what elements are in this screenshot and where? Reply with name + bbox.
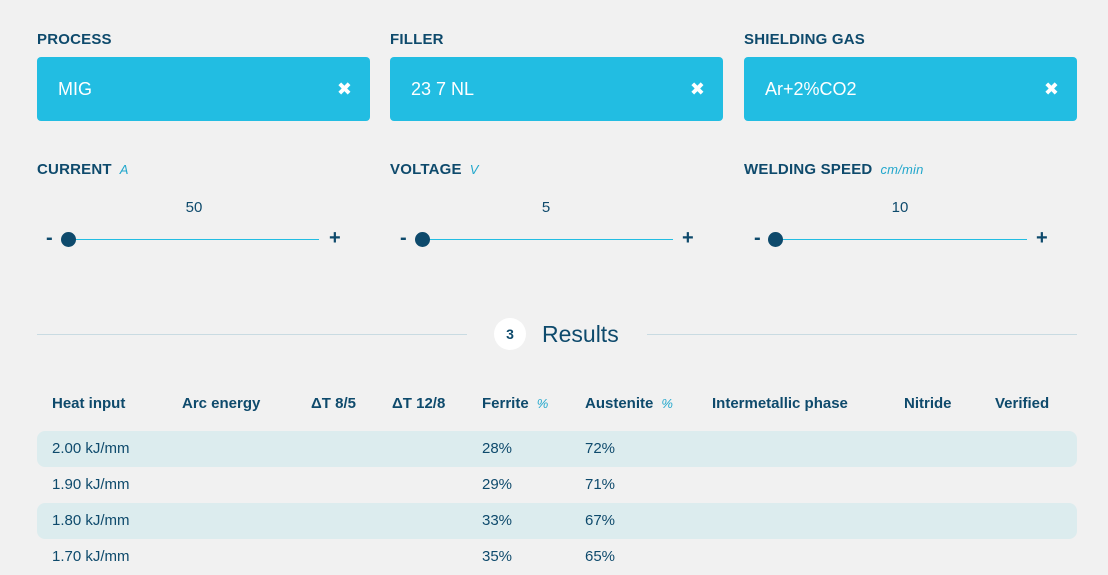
process-label: PROCESS (37, 31, 112, 48)
col-austenite-unit: % (661, 396, 673, 411)
cell-heat-input: 2.00 kJ/mm (52, 440, 130, 457)
col-dt-8-5: ΔT 8/5 (311, 395, 356, 412)
process-value: MIG (58, 78, 92, 99)
voltage-label: VOLTAGE V (390, 161, 479, 178)
welding-speed-slider-thumb[interactable] (768, 232, 783, 247)
current-slider-track[interactable] (63, 239, 319, 240)
welding-speed-label-text: WELDING SPEED (744, 161, 873, 178)
shielding-gas-label: SHIELDING GAS (744, 31, 865, 48)
col-heat-input: Heat input (52, 395, 126, 412)
voltage-increase-button[interactable]: + (682, 228, 694, 248)
current-label: CURRENT A (37, 161, 129, 178)
voltage-decrease-button[interactable]: - (400, 228, 407, 248)
filler-label: FILLER (390, 31, 444, 48)
table-row: 1.70 kJ/mm 35% 65% (37, 539, 1077, 575)
voltage-label-text: VOLTAGE (390, 161, 462, 178)
cell-ferrite: 28% (482, 440, 513, 457)
cell-ferrite: 29% (482, 476, 513, 493)
welding-speed-decrease-button[interactable]: - (754, 228, 761, 248)
welding-speed-unit: cm/min (880, 162, 924, 177)
step-number-badge: 3 (494, 318, 526, 350)
current-increase-button[interactable]: + (329, 228, 341, 248)
current-unit: A (119, 162, 129, 177)
col-ferrite-unit: % (536, 396, 549, 411)
table-row: 1.80 kJ/mm 33% 67% (37, 503, 1077, 539)
table-row: 1.90 kJ/mm 29% 71% (37, 467, 1077, 503)
col-austenite-text: Austenite (585, 395, 654, 412)
cell-ferrite: 35% (482, 548, 513, 565)
cell-austenite: 65% (585, 548, 616, 565)
current-slider-thumb[interactable] (61, 232, 76, 247)
col-ferrite-text: Ferrite (482, 395, 529, 412)
clear-filler-icon[interactable]: ✖ (690, 79, 705, 100)
col-intermetallic-phase: Intermetallic phase (712, 395, 848, 412)
current-value: 50 (185, 199, 203, 216)
process-select[interactable]: MIG ✖ (37, 57, 370, 121)
col-austenite: Austenite% (585, 395, 673, 412)
table-row: 2.00 kJ/mm 28% 72% (37, 431, 1077, 467)
cell-heat-input: 1.70 kJ/mm (52, 548, 130, 565)
cell-heat-input: 1.80 kJ/mm (52, 512, 130, 529)
welding-speed-increase-button[interactable]: + (1036, 228, 1048, 248)
cell-heat-input: 1.90 kJ/mm (52, 476, 130, 493)
voltage-unit: V (469, 162, 479, 177)
welding-speed-slider-track[interactable] (771, 239, 1027, 240)
welding-speed-label: WELDING SPEED cm/min (744, 161, 924, 178)
col-arc-energy: Arc energy (182, 395, 261, 412)
col-dt-12-8: ΔT 12/8 (392, 395, 446, 412)
col-ferrite: Ferrite% (482, 395, 548, 412)
results-divider-right (647, 334, 1077, 335)
clear-process-icon[interactable]: ✖ (337, 79, 352, 100)
results-divider-left (37, 334, 467, 335)
shielding-gas-value: Ar+2%CO2 (765, 78, 857, 99)
cell-austenite: 72% (585, 440, 616, 457)
cell-austenite: 67% (585, 512, 616, 529)
clear-shielding-gas-icon[interactable]: ✖ (1044, 79, 1059, 100)
filler-value: 23 7 NL (411, 78, 475, 99)
results-title: Results (542, 321, 619, 347)
cell-austenite: 71% (585, 476, 616, 493)
col-verified: Verified (995, 395, 1050, 412)
voltage-slider-thumb[interactable] (415, 232, 430, 247)
welding-speed-value: 10 (891, 199, 909, 216)
current-decrease-button[interactable]: - (46, 228, 53, 248)
current-label-text: CURRENT (37, 161, 112, 178)
voltage-slider-track[interactable] (417, 239, 673, 240)
voltage-value: 5 (541, 199, 551, 216)
cell-ferrite: 33% (482, 512, 513, 529)
filler-select[interactable]: 23 7 NL ✖ (390, 57, 723, 121)
shielding-gas-select[interactable]: Ar+2%CO2 ✖ (744, 57, 1077, 121)
col-nitride: Nitride (904, 395, 952, 412)
